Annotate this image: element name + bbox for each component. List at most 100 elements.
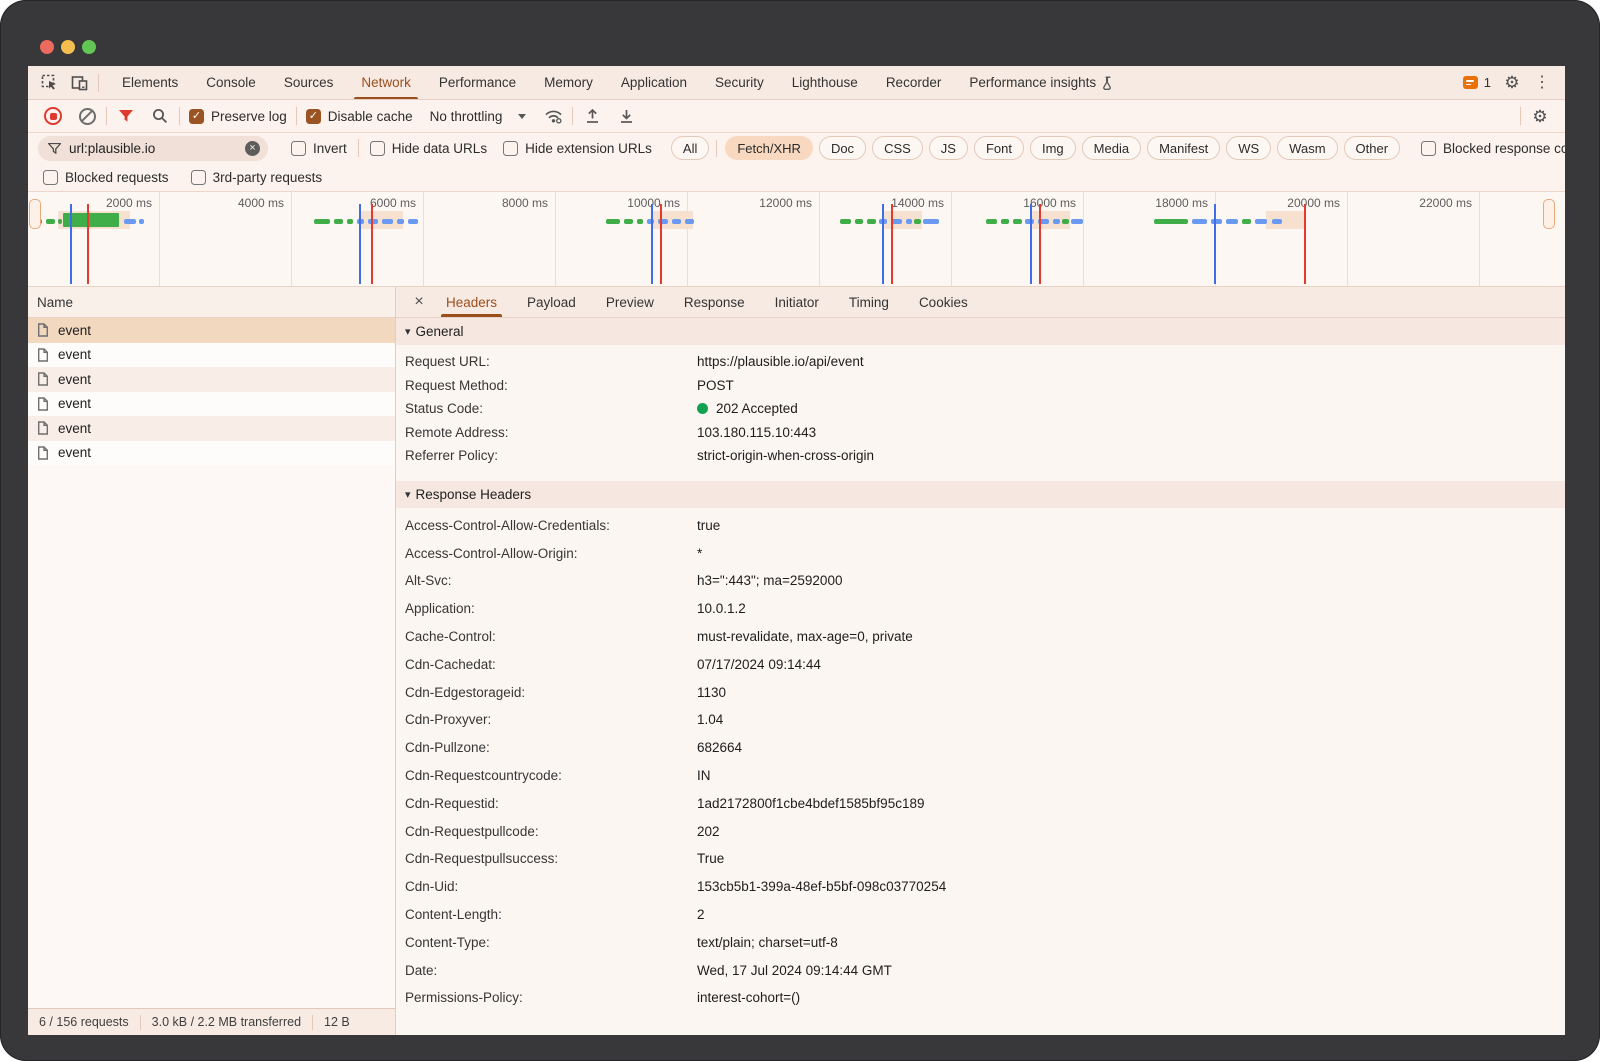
- header-value: interest-cohort=(): [697, 990, 800, 1005]
- search-button[interactable]: [145, 103, 175, 129]
- filter-input-value: url:plausible.io: [69, 141, 237, 156]
- main-tab[interactable]: Sources: [277, 66, 341, 99]
- network-toolbar: ✓ Preserve log ✓ Disable cache No thrott…: [28, 100, 1565, 133]
- overview-grip-left[interactable]: [29, 199, 41, 229]
- timeline-activity-segment: [46, 219, 55, 224]
- main-tab[interactable]: Elements: [115, 66, 185, 99]
- request-row[interactable]: event: [28, 441, 395, 466]
- details-tab[interactable]: Cookies: [917, 287, 970, 317]
- import-har-button[interactable]: [577, 103, 607, 129]
- type-filter-pill[interactable]: CSS: [872, 136, 923, 160]
- type-filter-pill[interactable]: Other: [1344, 136, 1401, 160]
- request-row[interactable]: event: [28, 367, 395, 392]
- issues-button[interactable]: 1: [1457, 75, 1497, 90]
- timeline-activity-segment: [685, 219, 694, 224]
- details-tab[interactable]: Payload: [525, 287, 578, 317]
- network-settings-button[interactable]: ⚙: [1525, 103, 1555, 129]
- main-tab[interactable]: Recorder: [879, 66, 949, 99]
- type-filter-pill[interactable]: WS: [1226, 136, 1271, 160]
- close-details-button[interactable]: ×: [402, 287, 436, 317]
- chevron-down-icon: [518, 114, 526, 119]
- main-tab[interactable]: Performance insights: [962, 66, 1121, 99]
- details-tab[interactable]: Response: [682, 287, 747, 317]
- blocked-requests-checkbox[interactable]: Blocked requests: [38, 170, 174, 185]
- blocked-response-cookies-checkbox[interactable]: Blocked response cookies: [1416, 141, 1565, 156]
- general-section-header[interactable]: ▾ General: [396, 318, 1565, 345]
- timeline-activity-segment: [314, 219, 330, 224]
- throttling-select[interactable]: No throttling: [422, 109, 535, 124]
- main-tab[interactable]: Performance: [432, 66, 523, 99]
- device-toolbar-button[interactable]: [64, 70, 94, 96]
- clear-network-log-button[interactable]: [72, 103, 102, 129]
- checkbox-unchecked-icon: [503, 141, 518, 156]
- divider: [106, 107, 107, 125]
- header-value: https://plausible.io/api/event: [697, 354, 864, 369]
- timeline-activity-segment: [368, 219, 378, 224]
- timeline-activity-segment: [1192, 219, 1207, 224]
- filter-toggle-button[interactable]: [111, 103, 141, 129]
- details-tab[interactable]: Preview: [604, 287, 656, 317]
- network-conditions-button[interactable]: [538, 103, 568, 129]
- type-filter-pill[interactable]: Media: [1082, 136, 1141, 160]
- clear-filter-button[interactable]: ×: [245, 141, 260, 156]
- type-filter-pill[interactable]: Wasm: [1277, 136, 1337, 160]
- type-filter-pill[interactable]: Doc: [819, 136, 866, 160]
- close-window-button[interactable]: [40, 40, 54, 54]
- type-filter-pill[interactable]: Fetch/XHR: [725, 136, 813, 160]
- request-row[interactable]: event: [28, 416, 395, 441]
- timeline-activity-segment: [606, 219, 620, 224]
- preserve-log-checkbox[interactable]: ✓ Preserve log: [184, 109, 292, 124]
- third-party-requests-checkbox[interactable]: 3rd-party requests: [186, 170, 328, 185]
- invert-checkbox[interactable]: Invert: [286, 141, 352, 156]
- header-name: Cdn-Pullzone:: [405, 740, 697, 755]
- collapse-triangle-icon: ▾: [405, 488, 411, 501]
- export-icon: [619, 108, 634, 124]
- request-details-panel: × Headers Payload Preview Response Initiator…: [396, 287, 1565, 1035]
- disable-cache-checkbox[interactable]: ✓ Disable cache: [301, 109, 418, 124]
- filter-input[interactable]: url:plausible.io ×: [38, 136, 268, 161]
- request-row[interactable]: event: [28, 392, 395, 417]
- main-tab[interactable]: Security: [708, 66, 771, 99]
- request-row[interactable]: event: [28, 318, 395, 343]
- type-filter-pill[interactable]: JS: [929, 136, 968, 160]
- record-network-log-button[interactable]: [38, 103, 68, 129]
- main-tab[interactable]: Network: [354, 66, 418, 99]
- more-options-button[interactable]: ⋮: [1527, 70, 1557, 96]
- inspect-element-button[interactable]: [34, 70, 64, 96]
- hide-data-urls-checkbox[interactable]: Hide data URLs: [365, 141, 492, 156]
- name-column-header[interactable]: Name: [28, 287, 395, 318]
- header-name: Cdn-Uid:: [405, 879, 697, 894]
- main-tab[interactable]: Application: [614, 66, 694, 99]
- resources-size: 12 B: [324, 1015, 350, 1029]
- export-har-button[interactable]: [611, 103, 641, 129]
- timeline-overview[interactable]: 2000 ms4000 ms6000 ms8000 ms10000 ms1200…: [28, 192, 1565, 287]
- devtools-window: Elements Console Sources Network Performance…: [28, 66, 1565, 1035]
- type-filter-pill[interactable]: All: [671, 136, 709, 160]
- response-headers-section-header[interactable]: ▾ Response Headers: [396, 481, 1565, 508]
- timeline-activity-segment: [914, 219, 921, 224]
- settings-button[interactable]: ⚙: [1497, 70, 1527, 96]
- header-row: Content-Type: text/plain; charset=utf-8: [396, 928, 1565, 956]
- type-filter-pill[interactable]: Font: [974, 136, 1024, 160]
- header-value: text/plain; charset=utf-8: [697, 935, 838, 950]
- main-tab[interactable]: Lighthouse: [785, 66, 865, 99]
- header-row: Cdn-Pullzone: 682664: [396, 734, 1565, 762]
- header-row: Status Code: 202 Accepted: [396, 397, 1565, 421]
- type-filter-pill[interactable]: Manifest: [1147, 136, 1220, 160]
- hide-extension-urls-checkbox[interactable]: Hide extension URLs: [498, 141, 657, 156]
- details-tab[interactable]: Headers: [444, 287, 499, 317]
- main-tab[interactable]: Memory: [537, 66, 600, 99]
- timeline-activity-segment: [1039, 204, 1041, 284]
- overview-grip-right[interactable]: [1543, 199, 1555, 229]
- type-filter-pill[interactable]: Img: [1030, 136, 1076, 160]
- checkbox-unchecked-icon: [191, 170, 206, 185]
- minimize-window-button[interactable]: [61, 40, 75, 54]
- request-row[interactable]: event: [28, 343, 395, 368]
- zoom-window-button[interactable]: [82, 40, 96, 54]
- details-tab[interactable]: Initiator: [773, 287, 821, 317]
- timeline-activity-segment: [882, 204, 884, 284]
- main-tab[interactable]: Console: [199, 66, 263, 99]
- timeline-activity-segment: [1062, 219, 1069, 224]
- header-name: Remote Address:: [405, 425, 697, 440]
- details-tab[interactable]: Timing: [847, 287, 891, 317]
